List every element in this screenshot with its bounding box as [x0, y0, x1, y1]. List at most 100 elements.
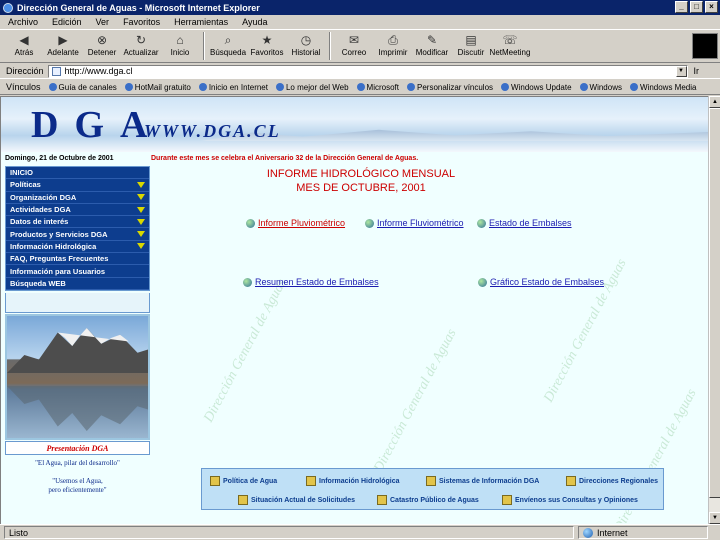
ie-link-icon [198, 83, 207, 91]
minimize-button[interactable]: _ [675, 1, 688, 13]
marquee-text: Durante este mes se celebra el Aniversar… [151, 155, 419, 162]
link-windows[interactable]: Windows [579, 83, 622, 92]
history-icon: ◷ [300, 33, 312, 47]
address-label: Dirección [6, 66, 44, 76]
link-windows-update[interactable]: Windows Update [501, 83, 572, 92]
watermark-text: Dirección General de Aguas [201, 276, 290, 425]
forward-button[interactable]: ▶ Adelante [45, 31, 81, 61]
edit-button[interactable]: ✎ Modificar [414, 31, 450, 61]
link-microsoft[interactable]: Microsoft [356, 83, 399, 92]
ie-link-icon [356, 83, 365, 91]
links-label: Vínculos [6, 82, 41, 92]
page-icon [51, 66, 61, 76]
link-lo-mejor-web[interactable]: Lo mejor del Web [275, 83, 349, 92]
back-button[interactable]: ◀ Atrás [6, 31, 42, 61]
menu-spacer [5, 293, 150, 313]
favorites-button[interactable]: ★ Favoritos [249, 31, 285, 61]
menu-item-datos-interes[interactable]: Datos de interés [6, 216, 149, 229]
link-informe-pluviometrico[interactable]: Informe Pluviométrico [246, 218, 345, 228]
landscape-photo [5, 314, 150, 440]
menu-ver[interactable]: Ver [96, 17, 110, 27]
dropdown-arrow-icon [137, 243, 145, 250]
go-button[interactable]: Ir [694, 66, 700, 76]
security-zone: Internet [578, 526, 708, 539]
link-hotmail[interactable]: HotMail gratuito [124, 83, 191, 92]
menu-item-info-usuarios[interactable]: Información para Usuarios [6, 265, 149, 278]
ie-link-icon [629, 83, 638, 91]
refresh-button[interactable]: ↻ Actualizar [123, 31, 159, 61]
menu-edicion[interactable]: Edición [52, 17, 82, 27]
search-button[interactable]: ⌕ Búsqueda [210, 31, 246, 61]
back-arrow-icon: ◀ [19, 33, 29, 47]
menu-item-info-hidrologica[interactable]: Información Hidrológica [6, 241, 149, 254]
dropdown-arrow-icon [137, 231, 145, 238]
ie-link-icon [48, 83, 57, 91]
nav-direcciones-regionales[interactable]: Direcciones Regionales [566, 476, 658, 486]
links-bar: Vínculos Guía de canales HotMail gratuit… [0, 80, 720, 95]
windows-logo-throbber-icon [692, 33, 718, 59]
menu-item-busqueda[interactable]: Búsqueda WEB [6, 278, 149, 290]
nav-catastro[interactable]: Catastro Público de Aguas [377, 495, 479, 505]
address-dropdown-icon[interactable]: ▼ [675, 65, 687, 77]
stop-button[interactable]: ⊗ Detener [84, 31, 120, 61]
nav-envienos[interactable]: Envíenos sus Consultas y Opiniones [502, 495, 638, 505]
globe-bullet-icon [243, 277, 252, 287]
scroll-up-icon[interactable]: ▲ [709, 96, 720, 108]
link-personalizar[interactable]: Personalizar vínculos [407, 83, 493, 92]
address-input[interactable]: http://www.dga.cl ▼ [47, 64, 688, 78]
menu-favoritos[interactable]: Favoritos [123, 17, 160, 27]
people-icon [377, 495, 387, 505]
netmeeting-button[interactable]: ☏ NetMeeting [490, 31, 531, 61]
globe-bullet-icon [246, 218, 255, 228]
stop-icon: ⊗ [96, 33, 108, 47]
scroll-down-icon[interactable]: ▼ [709, 512, 720, 524]
close-button[interactable]: × [705, 1, 718, 13]
discuss-button[interactable]: ▤ Discutir [453, 31, 489, 61]
report-title: INFORME HIDROLÓGICO MENSUAL MES DE OCTUB… [266, 168, 456, 194]
link-guia-canales[interactable]: Guía de canales [48, 83, 117, 92]
ie-link-icon [275, 83, 284, 91]
date-line: Domingo, 21 de Octubre de 2001 [5, 155, 114, 162]
menu-item-politicas[interactable]: Políticas [6, 179, 149, 192]
menu-archivo[interactable]: Archivo [8, 17, 38, 27]
presentacion-link[interactable]: Presentación DGA [5, 441, 150, 455]
menu-ayuda[interactable]: Ayuda [242, 17, 267, 27]
menu-item-inicio[interactable]: INICIO [6, 167, 149, 180]
link-resumen-embalses[interactable]: Resumen Estado de Embalses [243, 277, 379, 287]
nav-info-hidrologica[interactable]: Información Hidrológica [306, 476, 400, 486]
maximize-button[interactable]: □ [690, 1, 703, 13]
address-bar: Dirección http://www.dga.cl ▼ Ir [0, 64, 720, 79]
address-url: http://www.dga.cl [64, 66, 133, 76]
title-bar: Dirección General de Aguas - Microsoft I… [0, 0, 720, 15]
menu-herramientas[interactable]: Herramientas [174, 17, 228, 27]
chart-icon [306, 476, 316, 486]
link-inicio-internet[interactable]: Inicio en Internet [198, 83, 268, 92]
menu-item-productos[interactable]: Productos y Servicios DGA [6, 228, 149, 241]
map-icon [566, 476, 576, 486]
scroll-thumb[interactable] [709, 108, 720, 498]
link-grafico-embalses[interactable]: Gráfico Estado de Embalses [478, 277, 604, 287]
page-viewport: DGA WWW.DGA.CL Domingo, 21 de Octubre de… [0, 96, 708, 524]
ie-logo-icon [3, 2, 13, 13]
link-estado-embalses[interactable]: Estado de Embalses [477, 218, 572, 228]
history-button[interactable]: ◷ Historial [288, 31, 324, 61]
link-informe-fluviometrico[interactable]: Informe Fluviométrico [365, 218, 464, 228]
dropdown-arrow-icon [137, 206, 145, 213]
menu-item-actividades[interactable]: Actividades DGA [6, 204, 149, 217]
toolbar-separator [203, 32, 205, 60]
bottom-nav: Política de Agua Información Hidrológica… [201, 468, 664, 510]
ie-link-icon [407, 83, 415, 91]
form-icon [238, 495, 248, 505]
nav-sistemas-info[interactable]: Sistemas de Información DGA [426, 476, 539, 486]
menu-item-faq[interactable]: FAQ, Preguntas Frecuentes [6, 253, 149, 266]
print-button[interactable]: ⎙ Imprimir [375, 31, 411, 61]
home-button[interactable]: ⌂ Inicio [162, 31, 198, 61]
mail-button[interactable]: ✉ Correo [336, 31, 372, 61]
vertical-scrollbar[interactable]: ▲ ▼ [708, 96, 720, 524]
link-windows-media[interactable]: Windows Media [629, 83, 696, 92]
nav-situacion-solicitudes[interactable]: Situación Actual de Solicitudes [238, 495, 355, 505]
nav-politica-agua[interactable]: Política de Agua [210, 476, 277, 486]
edit-icon: ✎ [426, 33, 438, 47]
menu-item-organizacion[interactable]: Organización DGA [6, 192, 149, 204]
document-icon [210, 476, 220, 486]
